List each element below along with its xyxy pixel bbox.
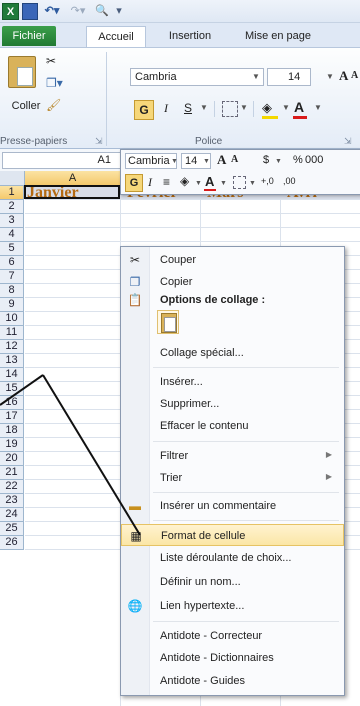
pointer-line-segment [0,374,44,406]
pointer-line-segment [42,374,141,536]
annotation-pointer-line [0,374,141,536]
